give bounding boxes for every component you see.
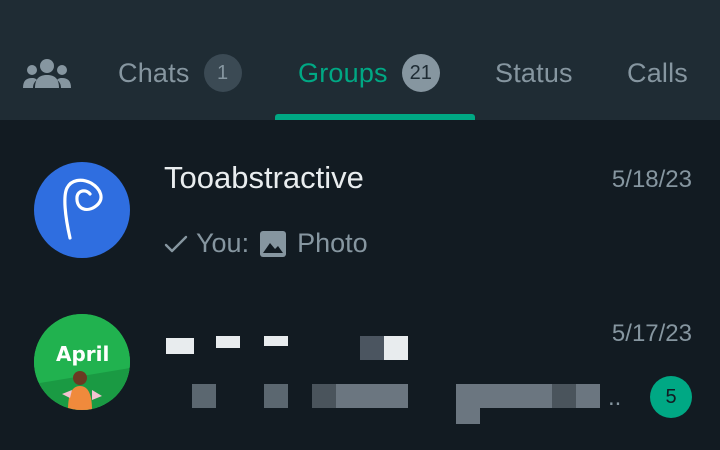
preview-text: Photo (297, 228, 368, 258)
chat-row-april[interactable]: April 5/17/23 .. 5 (0, 300, 720, 430)
chat-name: Tooabstractive (164, 160, 364, 195)
chats-badge: 1 (203, 54, 242, 92)
redacted-preview-block (456, 384, 552, 408)
active-tab-indicator (275, 114, 475, 120)
tab-groups[interactable]: Groups 21 (298, 50, 440, 96)
redacted-preview-block (264, 384, 288, 408)
preview-ellipsis: .. (608, 384, 622, 411)
chat-time: 5/17/23 (611, 320, 692, 347)
tab-bar: Chats 1 Groups 21 Status Calls (0, 0, 720, 120)
redacted-name-block (166, 338, 194, 354)
redacted-name-block (216, 336, 240, 348)
redacted-preview-block (336, 384, 408, 408)
tab-calls[interactable]: Calls (627, 50, 688, 96)
groups-badge: 21 (401, 54, 440, 92)
redacted-preview-block (192, 384, 216, 408)
chat-time: 5/18/23 (611, 166, 692, 193)
tab-status-label: Status (495, 57, 573, 88)
community-icon[interactable] (22, 58, 72, 90)
redacted-preview-block (576, 384, 600, 408)
redacted-preview-block (312, 384, 336, 408)
tab-chats-label: Chats (118, 57, 190, 88)
tab-groups-label: Groups (298, 57, 388, 88)
redacted-name-block (384, 336, 408, 360)
redacted-name-block (264, 336, 288, 346)
single-check-icon (164, 234, 188, 254)
chat-row-tooabstractive[interactable]: Tooabstractive 5/18/23 You: Photo (0, 140, 720, 270)
unread-count-badge: 5 (650, 376, 692, 418)
preview-sender: You: (196, 228, 250, 258)
tab-chats[interactable]: Chats 1 (118, 50, 242, 96)
redacted-name-block (360, 336, 384, 360)
photo-icon (259, 230, 287, 258)
redacted-preview-block (552, 384, 576, 408)
tab-status[interactable]: Status (495, 50, 573, 96)
redacted-preview-block (456, 408, 480, 424)
tab-calls-label: Calls (627, 57, 689, 88)
chat-preview: You: Photo (164, 228, 368, 259)
april-group-avatar[interactable]: April (34, 314, 130, 410)
avatar-text: April (56, 342, 110, 366)
tooabstractive-logo[interactable] (34, 162, 130, 258)
